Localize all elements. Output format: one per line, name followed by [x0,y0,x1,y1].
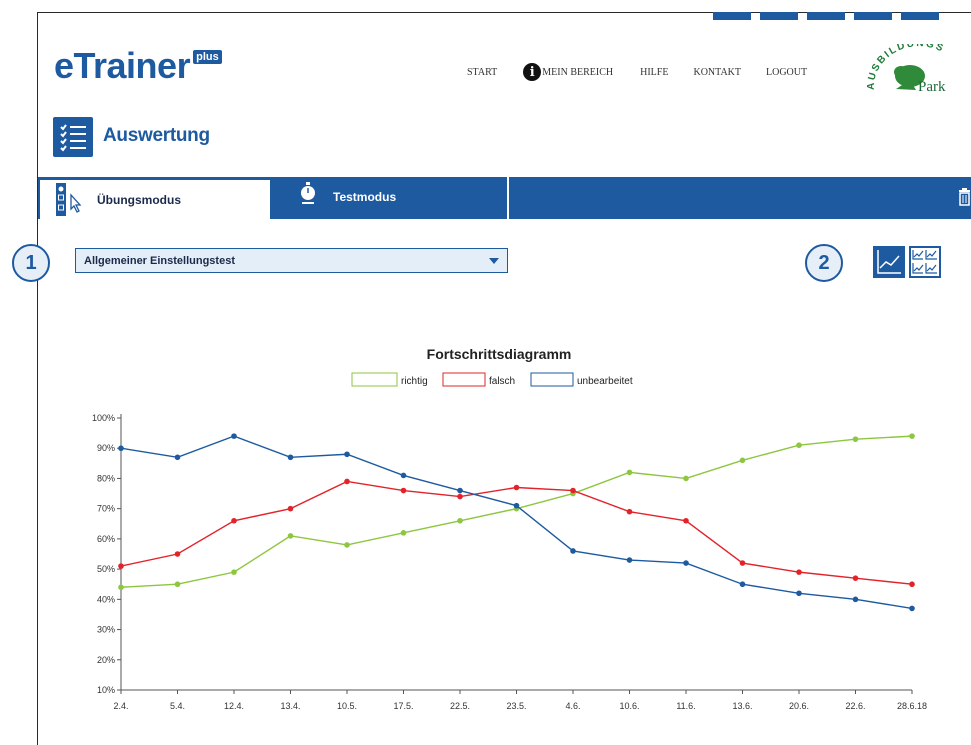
data-point-falsch [344,478,350,485]
x-tick-label: 20.6. [789,701,809,711]
series-line-unbearbeitet [120,435,913,610]
y-tick-label: 30% [97,625,115,635]
data-point-unbearbeitet [626,557,633,563]
data-point-richtig [174,581,181,588]
legend-label: richtig [401,376,428,387]
data-point-falsch [231,517,237,524]
data-point-unbearbeitet [909,605,915,612]
data-point-richtig [287,533,294,539]
x-tick-label: 17.5. [393,701,413,711]
legend-swatch [351,372,398,387]
legend-label: unbearbeitet [577,376,633,387]
data-point-falsch [513,484,520,491]
y-tick-label: 70% [97,504,115,514]
x-tick-label: 4.6. [565,701,580,711]
y-tick-label: 40% [97,594,115,604]
x-tick-label: 13.6. [732,701,752,711]
x-tick-label: 10.6. [619,701,639,711]
x-tick-label: 13.4. [280,701,300,711]
y-tick-label: 60% [97,534,115,544]
data-point-falsch [118,563,124,569]
data-point-falsch [796,569,802,575]
data-point-falsch [174,551,181,557]
data-point-falsch [287,505,294,512]
data-point-unbearbeitet [739,581,746,588]
y-tick-label: 10% [97,685,115,695]
data-point-unbearbeitet [231,433,237,439]
data-point-falsch [400,487,407,494]
data-point-richtig [626,469,633,476]
x-tick-label: 5.4. [170,701,185,711]
data-point-unbearbeitet [683,560,689,566]
data-point-falsch [570,487,576,494]
data-point-unbearbeitet [174,454,181,461]
data-point-richtig [400,530,407,536]
data-point-richtig [457,517,463,524]
data-point-unbearbeitet [118,445,124,452]
legend-swatch [530,372,574,387]
data-point-richtig [796,442,802,449]
data-point-unbearbeitet [570,548,576,554]
data-point-falsch [909,581,915,588]
data-point-richtig [909,433,915,439]
data-point-falsch [739,560,746,566]
y-tick-label: 100% [92,413,115,423]
data-point-richtig [118,584,124,591]
x-tick-label: 12.4. [224,701,244,711]
data-point-richtig [231,569,237,575]
x-tick-label: 23.5. [506,701,526,711]
data-point-unbearbeitet [287,454,294,461]
data-point-falsch [683,517,689,524]
data-point-unbearbeitet [457,487,463,494]
data-point-unbearbeitet [344,451,350,458]
data-point-richtig [683,475,689,482]
progress-chart: Fortschrittsdiagramm richtig falsch unbearb… [92,346,927,711]
data-point-unbearbeitet [852,596,859,603]
chart-title: Fortschrittsdiagramm [427,346,572,362]
data-point-falsch [852,575,859,581]
y-tick-label: 90% [97,443,115,453]
data-point-richtig [739,457,746,464]
legend-label: falsch [489,376,515,387]
x-tick-label: 22.6. [845,701,865,711]
x-tick-label: 10.5. [337,701,357,711]
data-point-falsch [457,493,463,500]
x-tick-label: 22.5. [450,701,470,711]
data-point-unbearbeitet [400,472,407,479]
x-tick-label: 2.4. [113,701,128,711]
x-tick-label: 11.6. [676,701,695,711]
y-tick-label: 80% [97,473,115,483]
data-point-richtig [852,436,859,442]
data-point-falsch [626,508,633,515]
data-point-unbearbeitet [796,590,802,597]
series-line-richtig [120,435,913,588]
data-point-richtig [344,542,350,548]
x-tick-label: 28.6.18 [897,701,927,711]
y-tick-label: 20% [97,655,115,665]
legend-swatch [442,372,486,387]
data-point-unbearbeitet [513,502,520,509]
y-tick-label: 50% [97,564,115,574]
